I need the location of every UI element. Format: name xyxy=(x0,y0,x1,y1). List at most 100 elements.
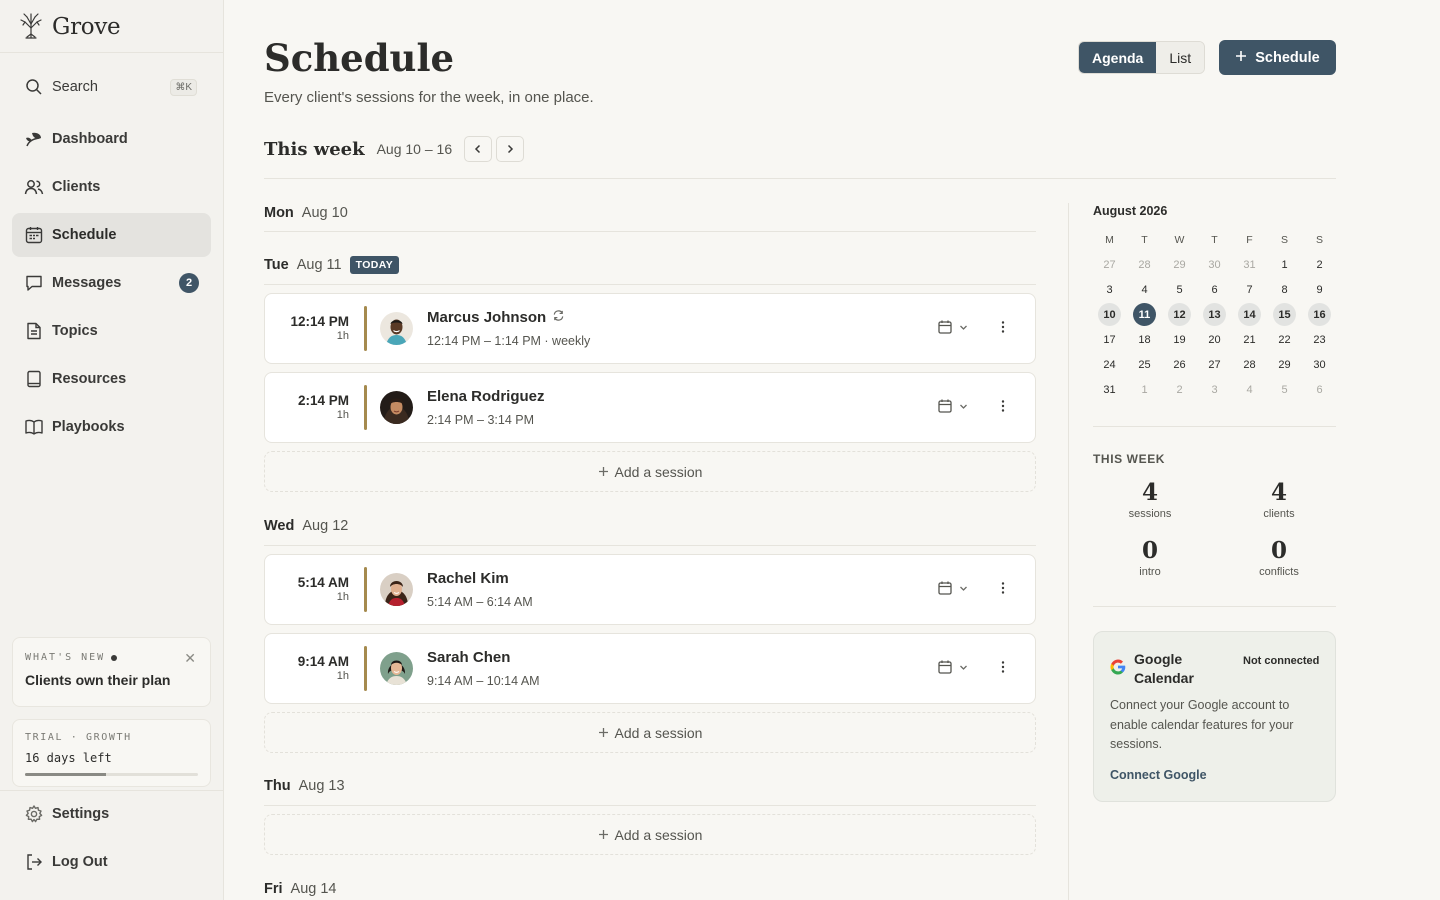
calendar-day[interactable]: 14 xyxy=(1232,302,1267,327)
chevron-right-icon xyxy=(508,144,514,154)
client-name[interactable]: Sarah Chen xyxy=(427,649,510,666)
calendar-day[interactable]: 16 xyxy=(1302,302,1337,327)
calendar-dropdown[interactable] xyxy=(937,398,968,414)
stat-value: 0 xyxy=(1141,537,1158,564)
whats-new-eyebrow: WHAT'S NEW xyxy=(25,652,198,663)
calendar-day[interactable]: 13 xyxy=(1197,302,1232,327)
day-divider xyxy=(264,284,1036,285)
next-week-button[interactable] xyxy=(496,136,525,162)
calendar-day[interactable]: 8 xyxy=(1267,277,1302,302)
day-header-thu: Thu Aug 13 xyxy=(264,778,345,794)
whats-new-card[interactable]: WHAT'S NEW Clients own their plan ✕ xyxy=(12,637,211,707)
add-session-button[interactable]: Add a session xyxy=(264,814,1036,855)
calendar-dropdown[interactable] xyxy=(937,319,968,335)
mini-calendar-month: August 2026 xyxy=(1093,204,1168,218)
settings-button[interactable]: Settings xyxy=(12,792,211,836)
more-options-button[interactable] xyxy=(995,319,1011,340)
app-logo[interactable]: Grove xyxy=(16,10,121,44)
calendar-day[interactable]: 18 xyxy=(1127,327,1162,352)
calendar-day[interactable]: 5 xyxy=(1267,377,1302,402)
sidebar-item-schedule[interactable]: Schedule xyxy=(12,213,211,257)
plant-icon xyxy=(24,129,44,149)
page-title: Schedule xyxy=(264,36,455,80)
calendar-day[interactable]: 26 xyxy=(1162,352,1197,377)
day-name: Fri xyxy=(264,881,283,897)
calendar-day[interactable]: 1 xyxy=(1267,252,1302,277)
sidebar-item-label: Dashboard xyxy=(52,131,128,147)
sidebar-item-topics[interactable]: Topics xyxy=(12,309,211,353)
calendar-dropdown[interactable] xyxy=(937,659,968,675)
calendar-day[interactable]: 9 xyxy=(1302,277,1337,302)
prev-week-button[interactable] xyxy=(464,136,493,162)
sidebar-item-playbooks[interactable]: Playbooks xyxy=(12,405,211,449)
close-icon[interactable]: ✕ xyxy=(184,650,196,667)
calendar-day[interactable]: 17 xyxy=(1092,327,1127,352)
connect-google-link[interactable]: Connect Google xyxy=(1110,768,1207,782)
tab-agenda[interactable]: Agenda xyxy=(1079,42,1157,73)
calendar-day[interactable]: 28 xyxy=(1232,352,1267,377)
calendar-day[interactable]: 31 xyxy=(1092,377,1127,402)
calendar-day-number: 22 xyxy=(1278,333,1291,346)
calendar-day[interactable]: 5 xyxy=(1162,277,1197,302)
calendar-day[interactable]: 27 xyxy=(1197,352,1232,377)
calendar-day[interactable]: 20 xyxy=(1197,327,1232,352)
calendar-dropdown[interactable] xyxy=(937,580,968,596)
stat-sessions: 4 sessions xyxy=(1090,479,1210,520)
calendar-day[interactable]: 6 xyxy=(1302,377,1337,402)
client-name[interactable]: Elena Rodriguez xyxy=(427,388,545,405)
calendar-day[interactable]: 6 xyxy=(1197,277,1232,302)
more-options-button[interactable] xyxy=(995,580,1011,601)
calendar-day[interactable]: 7 xyxy=(1232,277,1267,302)
calendar-day[interactable]: 27 xyxy=(1092,252,1127,277)
weekday-header: S xyxy=(1315,234,1323,246)
tab-list[interactable]: List xyxy=(1156,42,1205,73)
sidebar-item-clients[interactable]: Clients xyxy=(12,165,211,209)
add-session-button[interactable]: Add a session xyxy=(264,451,1036,492)
sidebar-item-dashboard[interactable]: Dashboard xyxy=(12,117,211,161)
client-name[interactable]: Marcus Johnson xyxy=(427,309,546,326)
calendar-day[interactable]: 2 xyxy=(1302,252,1337,277)
logout-button[interactable]: Log Out xyxy=(12,840,211,884)
schedule-button[interactable]: Schedule xyxy=(1219,40,1336,75)
sidebar-item-messages[interactable]: Messages 2 xyxy=(12,261,211,305)
calendar-day[interactable]: 30 xyxy=(1302,352,1337,377)
calendar-day[interactable]: 22 xyxy=(1267,327,1302,352)
session-duration: 1h xyxy=(336,330,349,342)
calendar-day[interactable]: 19 xyxy=(1162,327,1197,352)
calendar-day[interactable]: 10 xyxy=(1092,302,1127,327)
calendar-day[interactable]: 1 xyxy=(1127,377,1162,402)
calendar-day[interactable]: 11 xyxy=(1127,302,1162,327)
calendar-day[interactable]: 30 xyxy=(1197,252,1232,277)
calendar-day[interactable]: 3 xyxy=(1197,377,1232,402)
calendar-day[interactable]: 25 xyxy=(1127,352,1162,377)
session-card[interactable]: 9:14 AM 1h Sarah Chen 9:14 AM – 10:14 AM xyxy=(264,633,1036,704)
calendar-day[interactable]: 3 xyxy=(1092,277,1127,302)
calendar-day[interactable]: 4 xyxy=(1127,277,1162,302)
trial-card[interactable]: TRIAL · GROWTH 16 days left xyxy=(12,719,211,787)
calendar-day[interactable]: 2 xyxy=(1162,377,1197,402)
session-card[interactable]: 2:14 PM 1h Elena Rodriguez 2:14 PM – 3:1… xyxy=(264,372,1036,443)
calendar-day[interactable]: 12 xyxy=(1162,302,1197,327)
search-button[interactable]: Search ⌘K xyxy=(12,65,211,109)
calendar-day[interactable]: 31 xyxy=(1232,252,1267,277)
calendar-day[interactable]: 29 xyxy=(1162,252,1197,277)
calendar-day-number: 3 xyxy=(1211,383,1218,396)
day-date: Aug 10 xyxy=(301,205,348,221)
calendar-day[interactable]: 29 xyxy=(1267,352,1302,377)
calendar-day-number: 18 xyxy=(1138,333,1151,346)
calendar-day-number: 7 xyxy=(1246,283,1253,296)
chevron-down-icon xyxy=(960,404,967,409)
calendar-day[interactable]: 24 xyxy=(1092,352,1127,377)
client-name[interactable]: Rachel Kim xyxy=(427,570,509,587)
sidebar-item-resources[interactable]: Resources xyxy=(12,357,211,401)
session-card[interactable]: 5:14 AM 1h Rachel Kim 5:14 AM – 6:14 AM xyxy=(264,554,1036,625)
calendar-day[interactable]: 15 xyxy=(1267,302,1302,327)
calendar-day[interactable]: 4 xyxy=(1232,377,1267,402)
calendar-day[interactable]: 21 xyxy=(1232,327,1267,352)
calendar-day[interactable]: 23 xyxy=(1302,327,1337,352)
calendar-day[interactable]: 28 xyxy=(1127,252,1162,277)
more-options-button[interactable] xyxy=(995,659,1011,680)
session-card[interactable]: 12:14 PM 1h Marcus Johnson 12:14 PM – 1:… xyxy=(264,293,1036,364)
more-options-button[interactable] xyxy=(995,398,1011,419)
add-session-button[interactable]: Add a session xyxy=(264,712,1036,753)
